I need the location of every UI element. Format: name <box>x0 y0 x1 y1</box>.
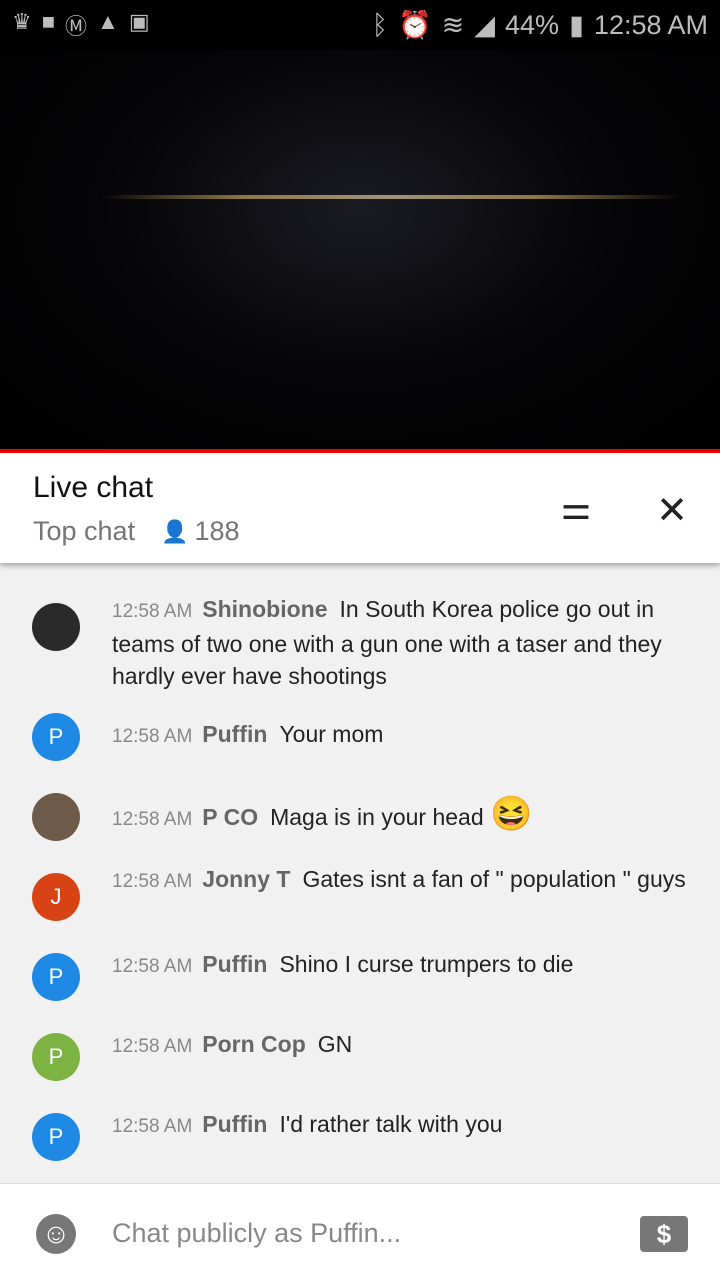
avatar[interactable]: P <box>32 953 80 1001</box>
message-author[interactable]: P CO <box>202 804 258 830</box>
avatar[interactable]: P <box>32 1113 80 1161</box>
image-icon: ▣ <box>128 9 150 34</box>
message-timestamp: 12:58 AM <box>112 956 193 977</box>
message-timestamp: 12:58 AM <box>112 601 193 622</box>
battery-icon: ▮ <box>569 9 584 40</box>
wifi-icon: ≋ <box>441 9 465 40</box>
city-lights <box>100 195 680 199</box>
message-author[interactable]: Jonny T <box>202 866 290 892</box>
warning-icon: ▲ <box>97 9 119 34</box>
avatar[interactable]: J <box>32 873 80 921</box>
message-timestamp: 12:58 AM <box>112 1036 193 1057</box>
message-text: Your mom <box>279 721 384 747</box>
message-text: Gates isnt a fan of " population " guys <box>302 866 686 892</box>
signal-icon: ◢ <box>474 9 496 40</box>
chat-mode-selector[interactable]: Top chat <box>33 516 135 547</box>
chat-input[interactable]: Chat publicly as Puffin... <box>112 1218 401 1249</box>
close-icon[interactable]: ✕ <box>650 488 694 533</box>
super-chat-icon[interactable]: $ <box>640 1216 688 1252</box>
bluetooth-icon: ᛒ <box>371 9 388 40</box>
laughing-emoji: 😆 <box>490 795 533 833</box>
chat-input-bar: ☺ Chat publicly as Puffin... $ <box>0 1183 720 1280</box>
avatar[interactable] <box>32 603 80 651</box>
avatar[interactable] <box>32 793 80 841</box>
battery-percent: 44% <box>505 9 560 40</box>
chat-messages: 12:58 AM Shinobione In South Korea police … <box>0 563 720 1183</box>
person-icon: 👤 <box>161 518 189 544</box>
message-text: GN <box>317 1031 353 1057</box>
chat-title: Live chat <box>33 471 154 504</box>
message-text: In South Korea police go out in teams of… <box>112 596 662 689</box>
filter-settings-icon[interactable]: ⚌ <box>554 488 598 528</box>
clock: 12:58 AM <box>593 9 708 40</box>
message-author[interactable]: Puffin <box>202 1111 267 1137</box>
message-author[interactable]: Puffin <box>202 721 267 747</box>
folder-icon: ■ <box>41 9 56 34</box>
chat-header: Live chat Top chat 👤 188 ⚌ ✕ <box>0 453 720 563</box>
message-author[interactable]: Puffin <box>202 951 267 977</box>
avatar[interactable]: P <box>32 1033 80 1081</box>
message-text: Shino I curse trumpers to die <box>279 951 574 977</box>
message-author[interactable]: Porn Cop <box>202 1031 306 1057</box>
video-player[interactable] <box>0 50 720 450</box>
app-icon: Ⓜ <box>65 14 88 39</box>
crown-icon: ♛ <box>12 9 32 34</box>
viewer-count: 188 <box>194 516 240 546</box>
message-text: Maga is in your head <box>270 804 484 830</box>
emoji-icon[interactable]: ☺ <box>36 1214 76 1254</box>
message-timestamp: 12:58 AM <box>112 809 193 830</box>
status-bar: ♛ ■ Ⓜ ▲ ▣ ᛒ ⏰ ≋ ◢ 44% ▮ 12:58 AM <box>0 0 720 50</box>
avatar[interactable]: P <box>32 713 80 761</box>
message-timestamp: 12:58 AM <box>112 726 193 747</box>
alarm-icon: ⏰ <box>398 10 432 40</box>
message-timestamp: 12:58 AM <box>112 871 193 892</box>
message-text: I'd rather talk with you <box>279 1111 503 1137</box>
message-timestamp: 12:58 AM <box>112 1116 193 1137</box>
message-author[interactable]: Shinobione <box>202 596 327 622</box>
